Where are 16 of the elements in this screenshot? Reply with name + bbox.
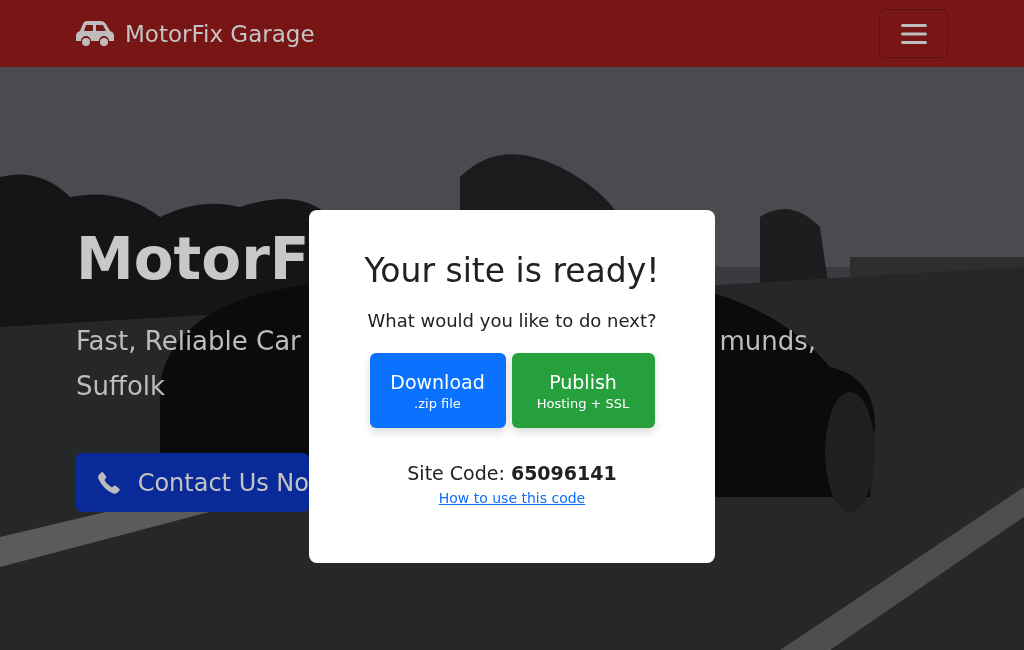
menu-button[interactable] — [879, 9, 948, 58]
publish-button[interactable]: Publish Hosting + SSL — [511, 353, 655, 428]
phone-icon — [96, 469, 122, 496]
modal-title: Your site is ready! — [364, 250, 660, 292]
hero-subtitle: Fast, Reliable Car — [76, 325, 301, 358]
help-link[interactable]: How to use this code — [438, 490, 586, 506]
menu-icon — [898, 21, 929, 46]
hero-subtitle: munds, — [719, 325, 816, 358]
hero-heading: MotorF — [76, 224, 310, 295]
contact-button[interactable]: Contact Us No — [76, 453, 309, 512]
download-button[interactable]: Download .zip file — [369, 353, 506, 428]
site-code: Site Code: 65096141 — [407, 462, 617, 484]
modal-prompt: What would you like to do next? — [367, 310, 657, 331]
brand-name[interactable]: MotorFix Garage — [125, 20, 315, 47]
hero-subtitle: Suffolk — [76, 371, 166, 401]
car-icon — [75, 19, 115, 48]
